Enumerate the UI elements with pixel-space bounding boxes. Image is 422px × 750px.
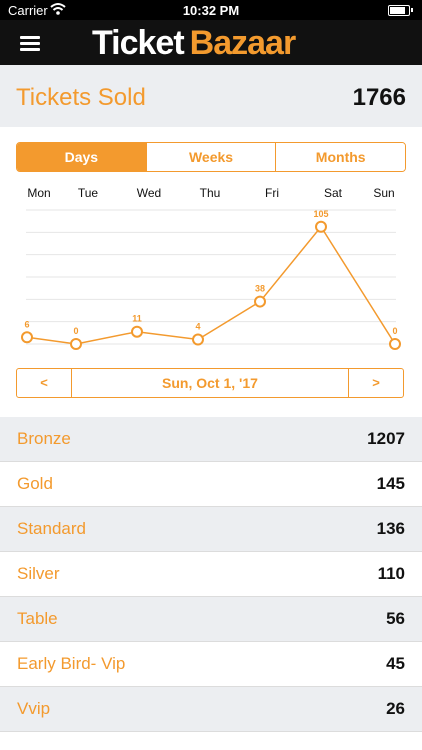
x-tick-label: Tue — [78, 186, 99, 200]
ticket-type-name: Standard — [17, 519, 86, 538]
ticket-type-list: Bronze 1207 Gold 145 Standard 136 Silver… — [0, 417, 422, 732]
data-point — [192, 333, 204, 346]
ticket-type-count: 26 — [386, 699, 405, 718]
next-date-button[interactable]: > — [349, 369, 403, 397]
logo-word-bazaar: Bazaar — [189, 24, 297, 62]
data-label: 38 — [255, 284, 265, 294]
current-date-label: Sun, Oct 1, '17 — [71, 369, 349, 397]
tab-days[interactable]: Days — [17, 143, 146, 171]
tickets-sold-summary: Tickets Sold 1766 — [0, 65, 422, 127]
data-point — [389, 338, 401, 350]
app-header: Ticket Bazaar — [0, 20, 422, 65]
x-tick-label: Sun — [373, 186, 394, 200]
menu-icon[interactable] — [20, 36, 40, 51]
battery-icon — [388, 5, 410, 16]
list-item[interactable]: Silver 110 — [0, 552, 422, 597]
ticket-type-name: Vvip — [17, 699, 51, 718]
ticket-type-name: Silver — [17, 564, 60, 583]
tickets-sold-total: 1766 — [352, 84, 406, 111]
tab-months[interactable]: Months — [275, 143, 405, 171]
tab-weeks[interactable]: Weeks — [145, 143, 276, 171]
series-line — [26, 225, 396, 345]
ticket-type-name: Bronze — [17, 429, 71, 448]
x-tick-label: Mon — [27, 186, 50, 200]
data-label: 4 — [195, 322, 200, 332]
status-bar: Carrier 10:32 PM — [0, 0, 422, 20]
ticket-type-count: 45 — [386, 654, 405, 673]
x-tick-label: Thu — [200, 186, 221, 200]
ticket-type-name: Gold — [17, 474, 53, 493]
list-item[interactable]: Vvip 26 — [0, 687, 422, 732]
x-tick-label: Fri — [265, 186, 279, 200]
ticket-type-count: 145 — [376, 474, 405, 493]
list-item[interactable]: Table 56 — [0, 597, 422, 642]
list-item[interactable]: Gold 145 — [0, 462, 422, 507]
ticket-type-name: Table — [17, 609, 58, 628]
data-label: 0 — [73, 326, 78, 336]
logo-word-ticket: Ticket — [92, 24, 185, 62]
data-point — [315, 220, 327, 233]
battery-tip — [411, 8, 413, 12]
data-label: 11 — [132, 314, 142, 324]
tickets-sold-label: Tickets Sold — [16, 84, 146, 111]
data-point — [131, 325, 143, 338]
data-label: 6 — [24, 319, 29, 329]
date-navigator: < Sun, Oct 1, '17 > — [16, 368, 404, 398]
data-point — [70, 338, 82, 350]
ticket-type-count: 110 — [377, 564, 405, 583]
data-point — [21, 331, 33, 344]
x-tick-label: Wed — [137, 186, 161, 200]
list-item[interactable]: Early Bird- Vip 45 — [0, 642, 422, 687]
clock: 10:32 PM — [182, 3, 240, 18]
ticket-type-count: 56 — [386, 609, 405, 628]
tickets-line-chart: Mon Tue Wed Thu Fri Sat Sun 6 0 11 4 38 105 0 — [21, 186, 401, 350]
previous-date-button[interactable]: < — [17, 369, 71, 397]
app-logo: Ticket Bazaar — [92, 24, 297, 63]
list-item[interactable]: Bronze 1207 — [0, 417, 422, 462]
period-selector: Days Weeks Months — [16, 142, 406, 172]
ticket-type-count: 136 — [376, 519, 405, 538]
x-tick-label: Sat — [324, 186, 343, 200]
data-point — [254, 295, 266, 308]
data-label: 105 — [313, 209, 328, 219]
list-item[interactable]: Standard 136 — [0, 507, 422, 552]
data-label: 0 — [392, 326, 397, 336]
ticket-type-name: Early Bird- Vip — [17, 654, 126, 673]
ticket-type-count: 1207 — [367, 429, 405, 448]
